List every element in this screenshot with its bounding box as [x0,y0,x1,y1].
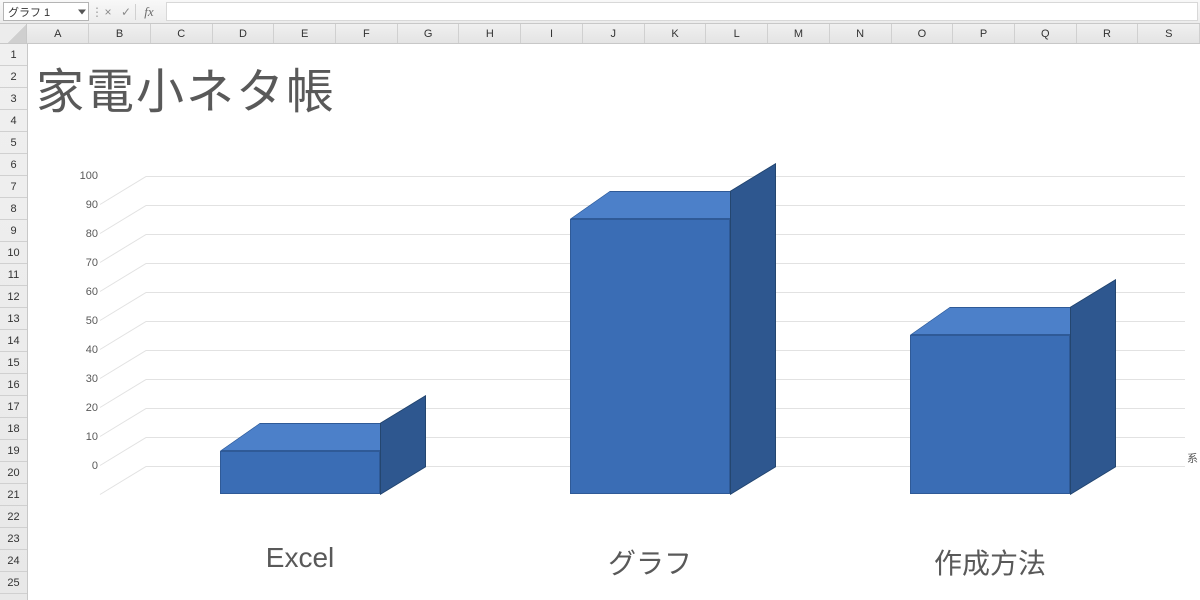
column-header[interactable]: J [583,24,645,43]
column-header[interactable]: L [706,24,768,43]
row-header[interactable]: 14 [0,330,27,352]
row-header[interactable]: 16 [0,374,27,396]
column-header[interactable]: F [336,24,398,43]
column-header[interactable]: S [1138,24,1200,43]
column-header[interactable]: E [274,24,336,43]
embedded-chart[interactable]: 家電小ネタ帳 0 10 20 30 40 50 60 70 80 90 100 Excel グラフ 作成方… [30,44,1200,599]
row-header[interactable]: 9 [0,220,27,242]
legend-series-label: 系 [1187,450,1198,466]
row-header[interactable]: 21 [0,484,27,506]
name-box-value: グラフ 1 [8,4,50,20]
y-axis-tick: 10 [68,431,98,443]
formula-bar: グラフ 1 × ✓ fx [0,0,1200,24]
worksheet-grid: 1234567891011121314151617181920212223242… [0,44,1200,600]
name-box[interactable]: グラフ 1 [3,2,89,21]
enter-button[interactable]: ✓ [117,0,135,23]
column-header[interactable]: M [768,24,830,43]
row-header[interactable]: 2 [0,66,27,88]
row-header[interactable]: 10 [0,242,27,264]
row-header[interactable]: 22 [0,506,27,528]
column-header[interactable]: G [398,24,460,43]
y-axis-tick: 50 [68,315,98,327]
row-header[interactable]: 1 [0,44,27,66]
column-header[interactable]: Q [1015,24,1077,43]
plot-area[interactable]: 0102030405060708090100Excelグラフ作成方法 [70,174,1185,514]
row-header[interactable]: 3 [0,88,27,110]
y-axis-tick: 30 [68,373,98,385]
fx-icon: fx [144,4,153,20]
category-label: 作成方法 [870,542,1110,582]
column-header[interactable]: I [521,24,583,43]
column-header-row: ABCDEFGHIJKLMNOPQRS [0,24,1200,44]
row-header[interactable]: 6 [0,154,27,176]
close-icon: × [104,5,111,19]
y-axis-tick: 70 [68,257,98,269]
cancel-button[interactable]: × [99,0,117,23]
sheet-area[interactable]: 家電小ネタ帳 0 10 20 30 40 50 60 70 80 90 100 Excel グラフ 作成方… [28,44,1200,600]
row-header[interactable]: 11 [0,264,27,286]
chart-title[interactable]: 家電小ネタ帳 [30,44,1200,122]
column-header[interactable]: N [830,24,892,43]
column-header[interactable]: A [27,24,89,43]
row-header[interactable]: 20 [0,462,27,484]
column-header[interactable]: H [459,24,521,43]
y-axis-tick: 80 [68,228,98,240]
category-label: グラフ [530,542,770,582]
row-header[interactable]: 5 [0,132,27,154]
column-header[interactable]: D [213,24,275,43]
row-header[interactable]: 15 [0,352,27,374]
formula-input[interactable] [166,2,1198,21]
category-label: Excel [180,542,420,574]
column-header[interactable]: O [892,24,954,43]
row-header[interactable]: 17 [0,396,27,418]
y-axis-tick: 90 [68,199,98,211]
chevron-down-icon[interactable] [78,9,86,14]
row-header[interactable]: 18 [0,418,27,440]
row-header[interactable]: 25 [0,572,27,594]
column-header[interactable]: P [953,24,1015,43]
row-header[interactable]: 23 [0,528,27,550]
column-header[interactable]: R [1077,24,1139,43]
column-header[interactable]: K [645,24,707,43]
row-header[interactable]: 19 [0,440,27,462]
y-axis-tick: 100 [68,170,98,182]
row-header[interactable]: 7 [0,176,27,198]
row-header[interactable]: 13 [0,308,27,330]
row-header[interactable]: 4 [0,110,27,132]
insert-function-button[interactable]: fx [136,0,162,23]
y-axis-tick: 20 [68,402,98,414]
y-axis-tick: 60 [68,286,98,298]
column-header[interactable]: C [151,24,213,43]
check-icon: ✓ [121,5,131,19]
separator-dots-icon [91,0,99,23]
row-header-column: 1234567891011121314151617181920212223242… [0,44,28,600]
y-axis-tick: 40 [68,344,98,356]
select-all-corner[interactable] [0,24,27,43]
column-header[interactable]: B [89,24,151,43]
row-header[interactable]: 8 [0,198,27,220]
row-header[interactable]: 12 [0,286,27,308]
row-header[interactable]: 24 [0,550,27,572]
y-axis-tick: 0 [68,460,98,472]
